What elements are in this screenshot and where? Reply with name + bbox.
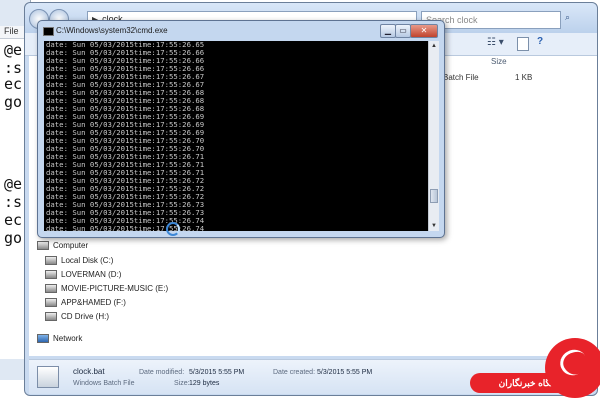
close-button[interactable]: ✕ — [410, 24, 438, 38]
file-row[interactable]: Batch File 1 KB — [443, 72, 563, 84]
cmd-window[interactable]: C:\Windows\system32\cmd.exe ▁ ▭ ✕ date: … — [37, 20, 445, 238]
cmd-app-icon — [43, 27, 54, 36]
console-line: date: Sun 05/03/2015time:17:55:26.74 — [46, 224, 205, 232]
detail-created-value: 5/3/2015 5:55 PM — [317, 369, 373, 376]
scroll-down-icon[interactable]: ▼ — [429, 221, 439, 231]
network-icon — [37, 334, 49, 343]
nav-computer[interactable]: Computer — [37, 241, 88, 250]
drive-icon — [45, 256, 57, 265]
editor-line: @e — [4, 41, 23, 59]
detail-size-label: Size: — [174, 380, 190, 387]
console-lines: date: Sun 05/03/2015time:17:55:26.65 date… — [44, 41, 428, 231]
busy-cursor-icon — [166, 222, 180, 236]
drive-icon — [45, 298, 57, 307]
detail-modified-value: 5/3/2015 5:55 PM — [189, 369, 245, 376]
scroll-up-icon[interactable]: ▲ — [429, 41, 439, 51]
detail-filename: clock.bat — [73, 367, 105, 376]
editor-line: ec — [4, 211, 23, 229]
scroll-thumb[interactable] — [430, 189, 438, 203]
editor-line: @e — [4, 175, 23, 193]
search-icon: ⌕ — [565, 12, 571, 22]
console-scrollbar[interactable]: ▲ ▼ — [428, 41, 439, 231]
computer-icon — [37, 241, 49, 250]
maximize-button[interactable]: ▭ — [395, 24, 411, 38]
nav-drive-h[interactable]: CD Drive (H:) — [45, 312, 109, 321]
nav-drive-f[interactable]: APP&HAMED (F:) — [45, 298, 126, 307]
preview-pane-icon[interactable] — [517, 37, 529, 51]
editor-line: ec — [4, 75, 23, 93]
editor-line: :s — [4, 193, 23, 211]
nav-drive-d[interactable]: LOVERMAN (D:) — [45, 270, 121, 279]
drive-icon — [45, 270, 57, 279]
cd-drive-icon — [45, 312, 57, 321]
view-options-icon[interactable]: ☷ ▾ — [487, 37, 504, 48]
column-header-size[interactable]: Size — [491, 57, 507, 66]
help-icon[interactable]: ? — [537, 36, 543, 47]
file-type-cell: Batch File — [443, 73, 479, 82]
detail-filetype: Windows Batch File — [73, 380, 135, 387]
editor-line: go — [4, 93, 23, 111]
detail-modified-label: Date modified: — [139, 369, 185, 376]
drive-icon — [45, 284, 57, 293]
console-output[interactable]: date: Sun 05/03/2015time:17:55:26.65 date… — [44, 41, 428, 231]
detail-size-value: 129 bytes — [189, 380, 220, 387]
file-size-cell: 1 KB — [515, 73, 533, 82]
cmd-title: C:\Windows\system32\cmd.exe — [56, 26, 168, 35]
nav-drive-e[interactable]: MOVIE-PICTURE-MUSIC (E:) — [45, 284, 168, 293]
nav-drive-c[interactable]: Local Disk (C:) — [45, 256, 113, 265]
nav-network[interactable]: Network — [37, 334, 82, 343]
batch-file-icon — [37, 366, 59, 388]
editor-line: go — [4, 229, 23, 247]
detail-created-label: Date created: — [273, 369, 316, 376]
minimize-button[interactable]: ▁ — [380, 24, 396, 38]
